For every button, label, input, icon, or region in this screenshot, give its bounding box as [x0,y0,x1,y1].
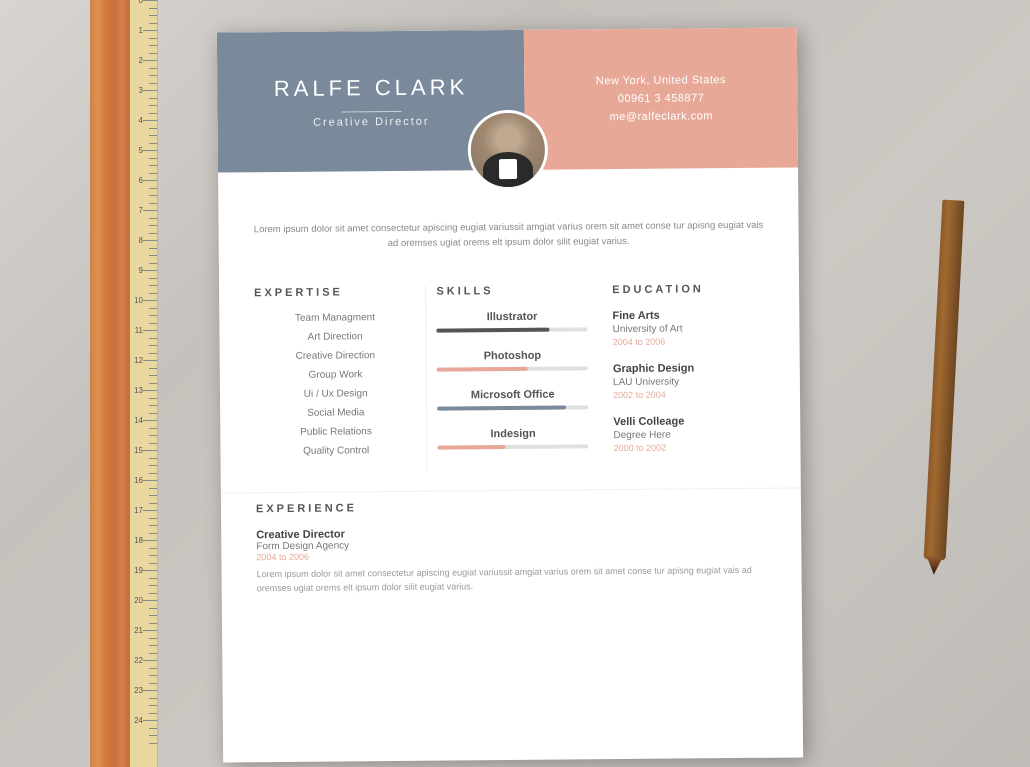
experience-item: Creative DirectorForm Design Agency2004 … [256,525,767,595]
avatar-head [496,125,520,151]
header-divider [341,110,401,112]
header-right: New York, United States 00961 3 458877 m… [524,27,798,169]
expertise-item: Quality Control [255,445,416,457]
contact-location: New York, United States [596,74,726,87]
skill-name: Photoshop [437,350,588,363]
expertise-item: Creative Direction [255,350,416,362]
education-item: Velli ColleageDegree Here2000 to 2002 [613,415,765,453]
experience-section: EXPERIENCE Creative DirectorForm Design … [221,488,802,621]
skill-bar-background [437,328,588,333]
expertise-item: Public Relations [255,426,416,438]
skill-name: Microsoft Office [437,389,588,402]
ruler: const ruler = document.querySelector('.r… [130,0,158,767]
resume-body: EXPERTISE Team Managment Art Direction Cre… [219,268,801,488]
edu-degree: Fine Arts [612,309,764,322]
experience-title: EXPERIENCE [256,499,766,515]
skill-bar-background [437,406,588,411]
edu-year: 2000 to 2002 [614,442,766,453]
avatar-body [483,152,533,187]
edu-year: 2002 to 2004 [613,389,765,400]
avatar [468,110,549,191]
experience-list: Creative DirectorForm Design Agency2004 … [256,525,767,595]
skill-bar-background [437,367,588,372]
education-column: EDUCATION Fine ArtsUniversity of Art2004… [597,283,765,469]
skill-item: Indesign [438,428,589,450]
bio-text: Lorem ipsum dolor sit amet consectetur a… [253,218,763,253]
expertise-item: Team Managment [254,312,415,324]
skills-title: SKILLS [436,285,587,298]
wood-strip-decoration [90,0,132,767]
resume-paper: RALFE CLARK Creative Director New York, … [217,27,803,762]
edu-school: LAU University [613,376,765,388]
edu-school: Degree Here [613,429,765,441]
skill-item: Photoshop [437,350,588,372]
avatar-image [471,113,546,188]
skill-bar-background [438,445,589,450]
candidate-name: RALFE CLARK [274,74,469,102]
expertise-item: Art Direction [254,331,415,343]
skill-item: Microsoft Office [437,389,588,411]
edu-degree: Velli Colleage [613,415,765,428]
education-title: EDUCATION [612,283,764,296]
skill-bar-fill [437,406,565,411]
avatar-shirt [499,159,517,179]
edu-degree: Graphic Design [613,362,765,375]
skill-item: Illustrator [437,311,588,333]
skill-name: Illustrator [437,311,588,324]
education-item: Graphic DesignLAU University2002 to 2004 [613,362,765,400]
exp-description: Lorem ipsum dolor sit amet consectetur a… [257,564,767,595]
skill-bar-fill [437,367,528,372]
edu-year: 2004 to 2006 [613,336,765,347]
education-item: Fine ArtsUniversity of Art2004 to 2006 [612,309,764,347]
edu-school: University of Art [613,323,765,335]
candidate-title: Creative Director [313,115,430,128]
expertise-item: Group Work [255,369,416,381]
contact-phone: 00961 3 458877 [618,92,705,105]
skill-name: Indesign [438,428,589,441]
expertise-item: Social Media [255,407,416,419]
contact-email: me@ralfeclark.com [609,110,713,123]
expertise-title: EXPERTISE [254,286,415,299]
expertise-column: EXPERTISE Team Managment Art Direction Cre… [254,286,417,472]
education-list: Fine ArtsUniversity of Art2004 to 2006 Gr… [612,309,765,453]
expertise-list: Team Managment Art Direction Creative Dire… [254,312,417,457]
skill-bar-fill [438,445,506,450]
expertise-item: Ui / Ux Design [255,388,416,400]
skill-bar-fill [437,328,550,333]
skills-column: SKILLS Illustrator Photoshop Microsoft Off… [425,285,588,471]
skills-list: Illustrator Photoshop Microsoft Office Inde… [437,311,589,450]
